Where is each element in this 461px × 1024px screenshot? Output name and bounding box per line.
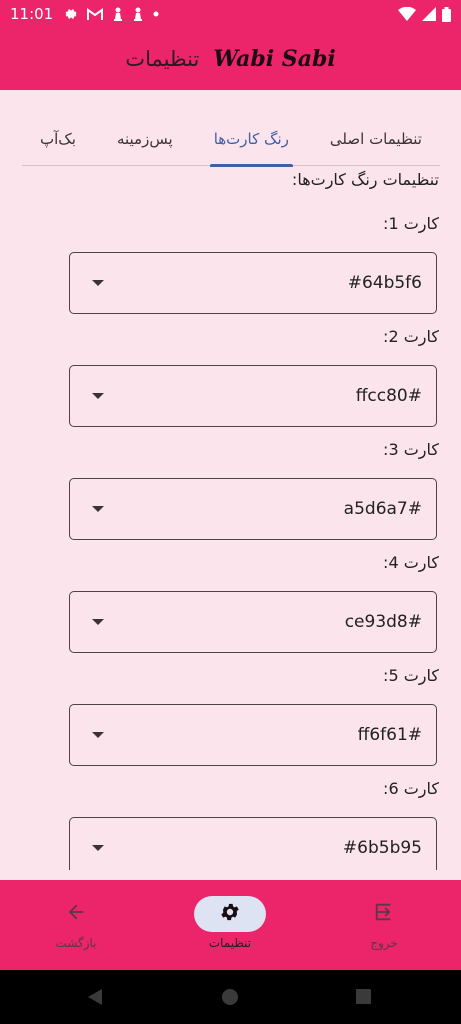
battery-icon [442,6,451,22]
nav-pill [40,896,112,932]
card-label: کارت 2: [383,327,439,346]
dropdown-arrow-icon [92,732,104,738]
gear-icon [219,901,241,927]
system-navigation-bar [0,970,461,1024]
nav-label: تنظیمات [208,936,252,950]
tab-backup[interactable]: بک‌آپ [40,112,76,166]
card-color-dropdown[interactable]: ffcc80# [69,365,437,427]
app-bar: تنظیمات Wabi Sabi [0,28,461,90]
dropdown-arrow-icon [92,280,104,286]
page-title: تنظیمات [125,47,200,71]
system-recents-icon[interactable] [355,988,372,1009]
bottom-navigation: بازگشت تنظیمات خروج [0,880,461,970]
nav-settings[interactable]: تنظیمات [170,880,290,970]
tab-active-indicator [209,164,293,167]
dropdown-value: ffcc80# [355,386,422,406]
arrow-back-icon [65,901,87,927]
nav-exit[interactable]: خروج [324,880,444,970]
nav-back[interactable]: بازگشت [16,880,136,970]
wifi-icon [398,7,416,21]
nav-label: خروج [370,936,398,950]
status-left: 11:01 [10,5,159,23]
dropdown-arrow-icon [92,393,104,399]
nav-label: بازگشت [55,936,97,950]
tab-card-colors[interactable]: رنگ کارت‌ها [209,112,293,167]
card-label: کارت 1: [383,214,439,233]
chess-piece-icon [133,7,143,21]
section-title: تنظیمات رنگ کارت‌ها: [291,170,439,189]
app-logo: Wabi Sabi [213,46,336,72]
dropdown-value: #64b5f6 [347,273,422,293]
card-color-dropdown[interactable]: ce93d8# [69,591,437,653]
card-color-dropdown[interactable]: a5d6a7# [69,478,437,540]
card-color-dropdown[interactable]: ff6f61# [69,704,437,766]
status-time: 11:01 [10,5,54,23]
dropdown-arrow-icon [92,845,104,851]
tab-label: رنگ کارت‌ها [213,130,289,148]
system-back-icon[interactable] [86,988,104,1010]
card-label: کارت 3: [383,440,439,459]
tab-label: بک‌آپ [40,130,76,148]
dropdown-value: a5d6a7# [343,499,422,519]
gear-icon [63,7,77,21]
system-home-icon[interactable] [221,988,239,1010]
dropdown-value: #6b5b95 [342,838,422,858]
dropdown-arrow-icon [92,506,104,512]
signal-icon [422,7,436,21]
dot-icon [153,11,159,17]
chess-piece-icon [113,7,123,21]
nav-pill [194,896,266,932]
tab-background[interactable]: پس‌زمینه [117,112,173,166]
card-label: کارت 4: [383,553,439,572]
settings-content[interactable]: تنظیمات اصلی رنگ کارت‌ها پس‌زمینه بک‌آپ … [0,90,461,870]
card-color-dropdown[interactable]: #64b5f6 [69,252,437,314]
tab-bar: تنظیمات اصلی رنگ کارت‌ها پس‌زمینه بک‌آپ [22,112,440,167]
card-color-dropdown[interactable]: #6b5b95 [69,817,437,870]
card-label: کارت 5: [383,666,439,685]
nav-pill [348,896,420,932]
card-label: کارت 6: [383,779,439,798]
exit-icon [373,901,395,927]
gmail-icon [87,7,104,21]
dropdown-value: ff6f61# [357,725,422,745]
status-right [398,6,451,22]
dropdown-arrow-icon [92,619,104,625]
dropdown-value: ce93d8# [344,612,422,632]
tab-label: تنظیمات اصلی [329,130,422,148]
status-bar: 11:01 [0,0,461,28]
tab-label: پس‌زمینه [116,130,173,148]
tab-main-settings[interactable]: تنظیمات اصلی [330,112,422,166]
